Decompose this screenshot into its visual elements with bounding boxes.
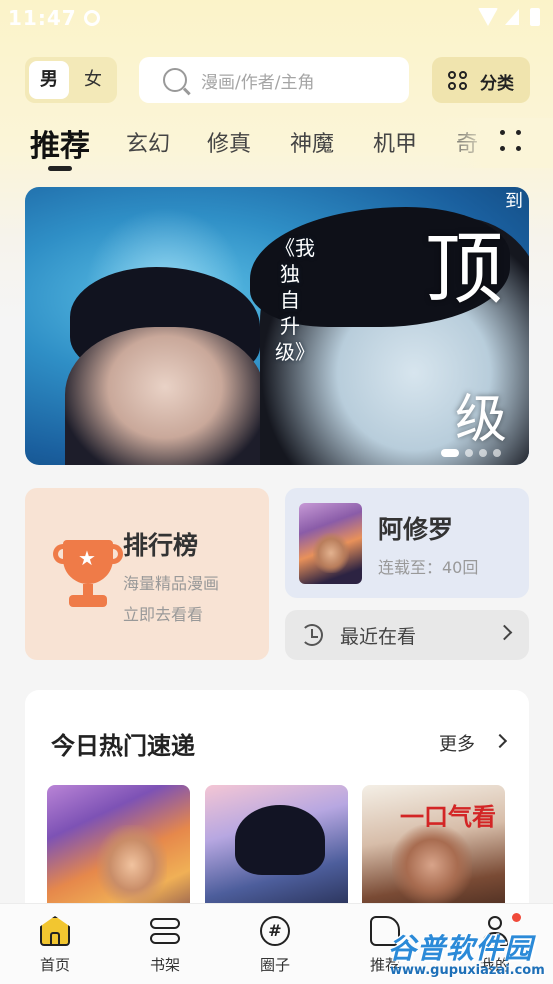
genre-tabs: 推荐 玄幻 修真 神魔 机甲 奇 [0, 118, 553, 178]
status-time: 11:47 [8, 6, 77, 30]
tab-demon[interactable]: 神魔 [290, 126, 334, 158]
history-icon [301, 624, 323, 646]
comic-status: 连载至：40回 [378, 558, 479, 577]
banner-big-text-2: 级 [455, 390, 508, 450]
banner-dot [493, 449, 501, 457]
watermark: 谷普软件园 www.gupuxiazai.com [386, 925, 553, 984]
recent-reading-label: 最近在看 [340, 626, 417, 648]
continue-reading-card[interactable]: 阿修罗 连载至：40回 [285, 488, 529, 598]
hot-comic-cover[interactable] [47, 785, 190, 920]
wifi-icon [478, 8, 498, 26]
ranking-card[interactable]: ★ 排行榜 海量精品漫画 立即去看看 [25, 488, 269, 660]
nav-home[interactable]: 首页 [0, 904, 110, 984]
hot-today-section: 今日热门速递 更多 一口气看 [25, 690, 529, 920]
nav-label: 首页 [39, 956, 70, 974]
banner-big-text: 顶 [425, 225, 504, 315]
more-link[interactable]: 更多 [439, 730, 475, 756]
cover-title-text: 一口气看 [400, 803, 496, 831]
hot-comic-cover[interactable]: 一口气看 [362, 785, 505, 920]
search-icon [163, 68, 187, 92]
banner-dot [479, 449, 487, 457]
gender-toggle: 男 女 [25, 57, 117, 103]
category-button[interactable]: 分类 [432, 57, 530, 103]
category-label: 分类 [480, 74, 514, 94]
tab-cultivation[interactable]: 修真 [207, 126, 251, 158]
chevron-right-icon[interactable] [492, 733, 508, 749]
tab-active-indicator [48, 166, 72, 171]
signal-icon [505, 9, 519, 25]
home-icon [40, 916, 70, 946]
banner-title: 《我独自升级》 [275, 236, 315, 364]
bookshelf-icon [150, 916, 180, 946]
nav-label: 书架 [149, 956, 180, 974]
battery-icon [530, 8, 540, 26]
banner-corner-text: 到 [505, 191, 523, 212]
nav-label: 圈子 [259, 956, 290, 974]
nav-circle[interactable]: # 圈子 [220, 904, 330, 984]
banner-character-left [65, 327, 265, 465]
search-placeholder: 漫画/作者/主角 [201, 73, 315, 93]
tab-fantasy[interactable]: 玄幻 [126, 126, 170, 158]
watermark-text: 谷普软件园 [388, 932, 534, 965]
search-input[interactable]: 漫画/作者/主角 [139, 57, 409, 103]
ranking-cta: 立即去看看 [123, 605, 204, 624]
featured-banner[interactable]: 《我独自升级》 顶 级 到 [25, 187, 529, 465]
status-bar: 11:47 [0, 0, 553, 36]
gender-female-button[interactable]: 女 [73, 61, 113, 99]
nav-bookshelf[interactable]: 书架 [110, 904, 220, 984]
watermark-url: www.gupuxiazai.com [390, 963, 545, 978]
chevron-right-icon [496, 624, 513, 641]
comic-title: 阿修罗 [378, 515, 454, 544]
comic-cover [299, 503, 362, 584]
hot-comic-cover[interactable] [205, 785, 348, 920]
more-tabs-icon[interactable] [498, 128, 524, 154]
ranking-subtitle: 海量精品漫画 [123, 574, 220, 593]
banner-dot [441, 449, 459, 457]
tab-mecha[interactable]: 机甲 [373, 126, 417, 158]
grid-icon [448, 71, 468, 91]
circle-hash-icon: # [260, 916, 290, 946]
ranking-title: 排行榜 [123, 531, 199, 560]
section-title: 今日热门速递 [51, 732, 195, 760]
notification-icon [84, 10, 100, 26]
tab-recommend[interactable]: 推荐 [30, 121, 90, 165]
notification-badge [512, 913, 521, 922]
gender-male-button[interactable]: 男 [29, 61, 69, 99]
recent-reading-button[interactable]: 最近在看 [285, 610, 529, 660]
trophy-icon: ★ [53, 540, 123, 608]
banner-dot [465, 449, 473, 457]
banner-pagination [435, 442, 501, 461]
